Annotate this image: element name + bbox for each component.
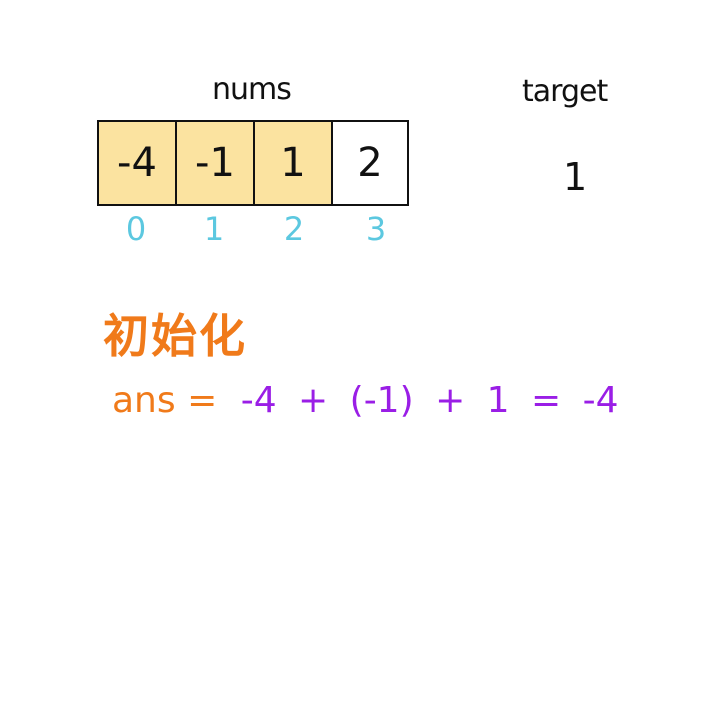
- array-cell: 1: [253, 122, 331, 204]
- array-index: 0: [125, 210, 147, 248]
- formula-rhs: -4 + (-1) + 1 = -4: [240, 380, 619, 421]
- array-index: 3: [365, 210, 387, 248]
- array-index: 1: [203, 210, 225, 248]
- init-title: 初始化: [103, 309, 247, 363]
- array-cell: 2: [331, 122, 409, 204]
- array-label: nums: [212, 72, 292, 107]
- array-cell: -4: [97, 122, 175, 204]
- array-cell: -1: [175, 122, 253, 204]
- formula-lhs: ans =: [112, 380, 218, 421]
- nums-array: -4 -1 1 2: [97, 120, 409, 206]
- array-index: 2: [283, 210, 305, 248]
- target-value: 1: [563, 155, 588, 199]
- init-formula: ans = -4 + (-1) + 1 = -4: [112, 380, 619, 421]
- target-label: target: [522, 74, 608, 109]
